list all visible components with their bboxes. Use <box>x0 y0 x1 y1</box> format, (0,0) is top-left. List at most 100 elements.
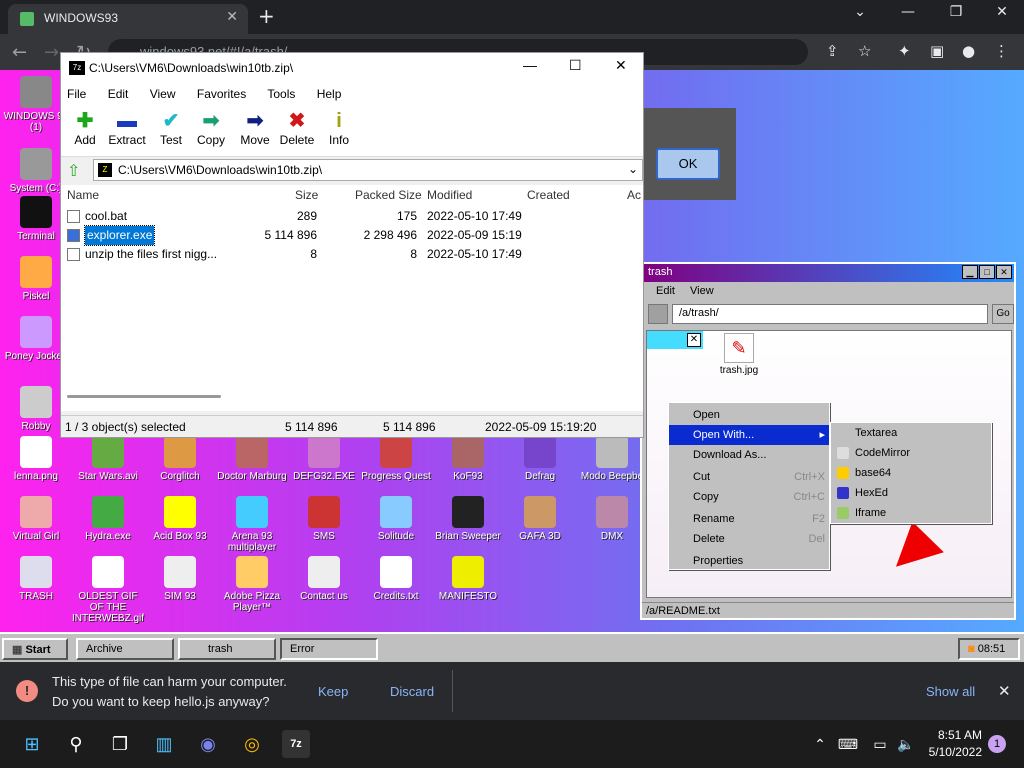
keep-button[interactable]: Keep <box>318 684 348 699</box>
submenu-item[interactable]: CodeMirror <box>831 443 991 463</box>
desktop-icon[interactable]: Modo Beepbe <box>576 436 648 482</box>
desktop-icon[interactable]: Contact us <box>288 556 360 602</box>
toolbar-delete-button[interactable]: ✖ Delete <box>275 109 319 147</box>
file-row[interactable]: unzip the files first nigg... 8 8 2022-05-1… <box>61 245 643 264</box>
menu-icon[interactable]: ⋮ <box>994 42 1009 60</box>
desktop-icon[interactable]: Adobe Pizza Player™ <box>216 556 288 613</box>
ok-button[interactable]: OK <box>656 148 720 180</box>
toolbar-info-button[interactable]: i Info <box>317 109 361 147</box>
keyboard-icon[interactable]: ⌨ <box>834 730 862 758</box>
discard-button[interactable]: Discard <box>390 684 434 699</box>
network-icon[interactable]: ▭ <box>866 730 894 758</box>
task-view-icon[interactable]: ❐ <box>106 730 134 758</box>
sidepanel-icon[interactable]: ▣ <box>930 42 944 60</box>
chevron-down-icon[interactable]: ⌄ <box>628 162 638 176</box>
desktop-icon[interactable]: MANIFESTO <box>432 556 504 602</box>
tab-search-icon[interactable]: ⌄ <box>840 4 880 20</box>
menu-file[interactable]: File <box>67 87 86 101</box>
desktop-icon[interactable]: Progress Quest <box>360 436 432 482</box>
col-modified[interactable]: Modified <box>427 185 472 205</box>
desktop-icon[interactable]: KoF93 <box>432 436 504 482</box>
taskbar-archive[interactable]: Archive <box>76 638 174 660</box>
menu-view[interactable]: View <box>150 87 176 101</box>
menu-view[interactable]: View <box>690 285 714 297</box>
maximize-icon[interactable]: □ <box>979 265 995 279</box>
toolbar-copy-button[interactable]: ➡ Copy <box>189 109 233 147</box>
chrome-icon[interactable]: ◎ <box>238 730 266 758</box>
context-item[interactable]: Delete Del <box>669 529 829 549</box>
submenu-item[interactable]: HexEd <box>831 483 991 503</box>
maximize-button[interactable]: ❐ <box>936 4 976 20</box>
menu-edit[interactable]: Edit <box>108 87 129 101</box>
toolbar-add-button[interactable]: ✚ Add <box>63 109 107 147</box>
desktop-icon[interactable]: Arena 93 multiplayer <box>216 496 288 553</box>
forward-icon[interactable]: → <box>44 42 59 63</box>
context-item[interactable]: Open <box>669 405 829 425</box>
back-icon[interactable]: ← <box>12 42 27 63</box>
chevron-up-icon[interactable]: ⌃ <box>806 730 834 758</box>
file-row[interactable]: explorer.exe 5 114 896 2 298 496 2022-05-09… <box>61 225 643 246</box>
desktop-icon[interactable]: Doctor Marburg <box>216 436 288 482</box>
col-name[interactable]: Name <box>67 185 99 205</box>
desktop-icon[interactable]: SMS <box>288 496 360 542</box>
desktop-icon[interactable]: Solitude <box>360 496 432 542</box>
submenu-item[interactable]: base64 <box>831 463 991 483</box>
7zip-path-input[interactable]: Z C:\Users\VM6\Downloads\win10tb.zip\ ⌄ <box>93 159 643 181</box>
bookmark-star-icon[interactable]: ☆ <box>858 42 871 60</box>
up-folder-icon[interactable] <box>648 304 668 324</box>
context-item[interactable]: Properties <box>669 551 829 571</box>
close-icon[interactable]: ✕ <box>996 265 1012 279</box>
close-download-bar-icon[interactable]: ✕ <box>998 682 1011 700</box>
widgets-icon[interactable]: ▥ <box>150 730 178 758</box>
file-row[interactable]: cool.bat 289 175 2022-05-10 17:49 <box>61 207 643 226</box>
context-item[interactable]: Copy Ctrl+C <box>669 487 829 507</box>
col-created[interactable]: Created <box>527 185 570 205</box>
menu-favorites[interactable]: Favorites <box>197 87 246 101</box>
toolbar-move-button[interactable]: ➡ Move <box>233 109 277 147</box>
col-size[interactable]: Size <box>295 185 318 205</box>
desktop-icon[interactable]: Virtual Girl <box>0 496 72 542</box>
clock-time[interactable]: 8:51 AM <box>926 728 982 742</box>
desktop-icon[interactable]: DEFG32.EXE <box>288 436 360 482</box>
sidebar-close-icon[interactable]: ✕ <box>687 333 701 347</box>
menu-help[interactable]: Help <box>317 87 342 101</box>
taskbar-trash[interactable]: trash <box>178 638 276 660</box>
volume-icon[interactable]: 🔈 <box>892 730 920 758</box>
context-item[interactable]: Download As... <box>669 445 829 465</box>
desktop-icon[interactable]: OLDEST GIF OF THE INTERWEBZ.gif <box>72 556 144 624</box>
context-item[interactable]: Cut Ctrl+X <box>669 467 829 487</box>
browser-tab[interactable]: WINDOWS93 ✕ <box>8 4 248 34</box>
up-arrow-icon[interactable]: ⇧ <box>67 161 80 181</box>
minimize-icon[interactable]: ▁ <box>962 265 978 279</box>
minimize-icon[interactable]: — <box>523 57 537 73</box>
menu-tools[interactable]: Tools <box>267 87 295 101</box>
col-attributes[interactable]: Ac <box>627 185 641 205</box>
share-icon[interactable]: ⇪ <box>826 42 839 60</box>
col-packed[interactable]: Packed Size <box>355 185 422 205</box>
taskbar-error[interactable]: Error <box>280 638 378 660</box>
desktop-icon[interactable]: Corglitch <box>144 436 216 482</box>
context-item[interactable]: Open With... ▸ <box>669 425 829 445</box>
windows-start-icon[interactable]: ⊞ <box>18 730 46 758</box>
profile-icon[interactable]: ● <box>962 42 975 60</box>
show-all-button[interactable]: Show all <box>926 684 975 699</box>
desktop-icon[interactable]: Credits.txt <box>360 556 432 602</box>
new-tab-button[interactable]: + <box>258 4 275 28</box>
close-window-button[interactable]: ✕ <box>982 4 1022 20</box>
trash-titlebar[interactable]: trash ▁ □ ✕ <box>642 264 1014 282</box>
chat-icon[interactable]: ◉ <box>194 730 222 758</box>
start-button[interactable]: ▦ Start <box>2 638 68 660</box>
close-icon[interactable]: ✕ <box>615 57 627 74</box>
desktop-icon[interactable]: SIM 93 <box>144 556 216 602</box>
clock-date[interactable]: 5/10/2022 <box>926 745 982 759</box>
menu-edit[interactable]: Edit <box>656 285 675 297</box>
notification-badge[interactable]: 1 <box>988 735 1006 753</box>
desktop-icon[interactable]: Star Wars.avi <box>72 436 144 482</box>
go-button[interactable]: Go <box>992 304 1014 324</box>
desktop-icon[interactable]: lenna.png <box>0 436 72 482</box>
desktop-icon[interactable]: DMX <box>576 496 648 542</box>
7zip-taskbar-icon[interactable]: 7z <box>282 730 310 758</box>
trash-path-input[interactable]: /a/trash/ <box>672 304 988 324</box>
minimize-button[interactable]: — <box>888 4 928 20</box>
rss-icon[interactable]: ◙ <box>968 643 978 655</box>
